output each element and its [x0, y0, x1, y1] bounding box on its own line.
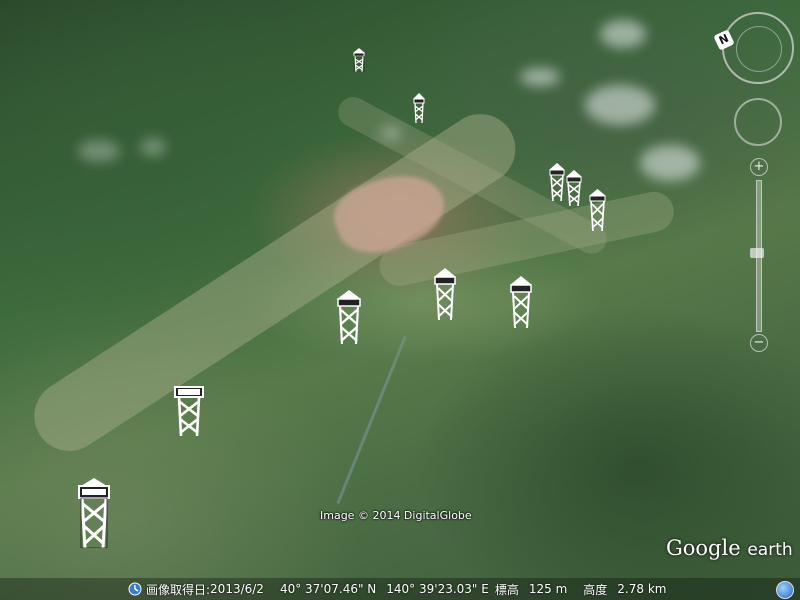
cloud — [585, 85, 655, 125]
lookout-tower-icon[interactable] — [174, 386, 204, 436]
zoom-slider[interactable]: + − — [748, 158, 768, 352]
cloud — [600, 20, 646, 48]
navigation-controls: N + − — [713, 10, 800, 355]
lookout-tower-icon[interactable] — [77, 478, 111, 548]
altitude: 2.78 km — [617, 582, 667, 596]
elevation: 125 m — [528, 582, 568, 596]
cloud — [78, 140, 120, 162]
compass-ring[interactable] — [722, 12, 794, 84]
lookout-tower-icon[interactable] — [510, 276, 532, 328]
altitude-label: 高度 — [583, 582, 608, 597]
latitude: 40° 37'07.46" N — [279, 582, 377, 596]
imagery-credit: Image © 2014 DigitalGlobe — [320, 509, 472, 522]
lookout-tower-icon[interactable] — [413, 93, 425, 123]
lookout-tower-icon[interactable] — [337, 290, 361, 344]
earth-viewport[interactable]: N + − Image © 2014 DigitalGlobe Google e… — [0, 0, 800, 600]
imagery-date-icon — [128, 582, 142, 596]
lookout-tower-icon[interactable] — [434, 268, 456, 320]
lookout-tower-icon[interactable] — [353, 48, 365, 72]
zoom-in-button[interactable]: + — [750, 158, 768, 176]
look-joystick[interactable] — [734, 98, 782, 146]
globe-icon[interactable] — [776, 581, 794, 599]
brand-name: Google — [666, 536, 741, 560]
longitude: 140° 39'23.03" E — [386, 582, 489, 596]
elevation-label: 標高 — [494, 582, 519, 597]
cloud — [640, 145, 700, 181]
status-bar: 画像取得日: 2013/6/2 40° 37'07.46" N 140° 39'… — [0, 578, 800, 600]
lookout-tower-icon[interactable] — [589, 189, 606, 231]
cloud — [520, 68, 560, 86]
cloud — [380, 125, 402, 141]
river-terrain — [336, 335, 407, 505]
zoom-out-button[interactable]: − — [750, 334, 768, 352]
imagery-date: 2013/6/2 — [210, 582, 264, 596]
lookout-tower-icon[interactable] — [566, 170, 582, 206]
google-earth-logo: Google earth — [666, 536, 793, 560]
lookout-tower-icon[interactable] — [549, 163, 565, 201]
imagery-date-label: 画像取得日: — [146, 582, 211, 597]
zoom-thumb[interactable] — [750, 248, 764, 258]
cloud — [140, 138, 166, 156]
brand-product: earth — [747, 540, 793, 560]
